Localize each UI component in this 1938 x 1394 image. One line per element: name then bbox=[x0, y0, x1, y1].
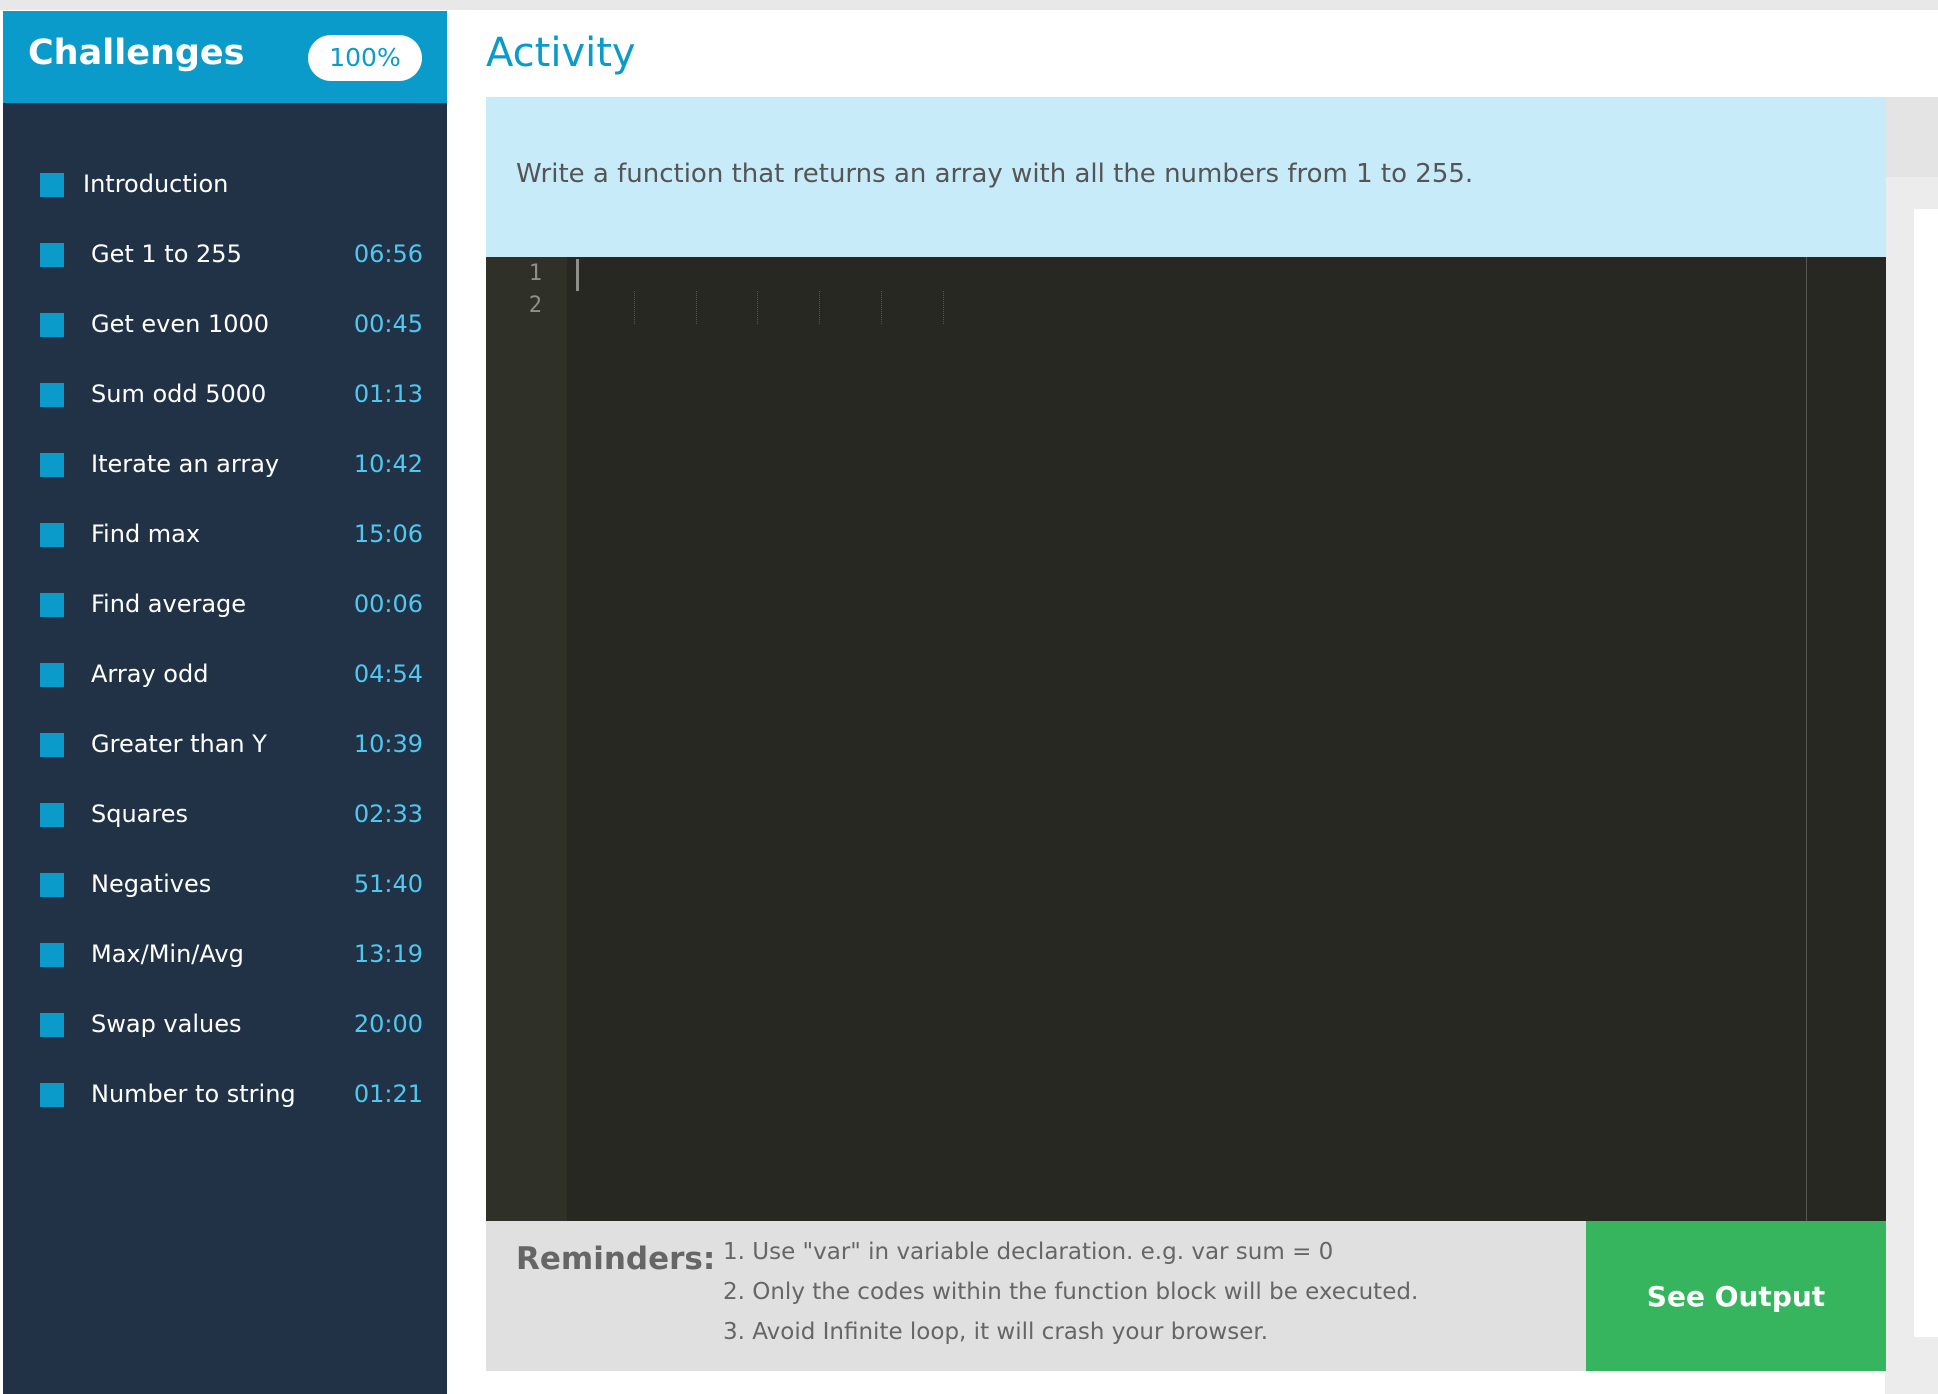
page-title: Activity bbox=[486, 30, 636, 76]
completed-check-icon bbox=[40, 523, 64, 547]
challenge-item-sum-odd-5000[interactable]: Sum odd 5000 01:13 bbox=[3, 366, 447, 436]
completed-check-icon bbox=[40, 1083, 64, 1107]
challenge-label: Get 1 to 255 bbox=[91, 240, 242, 268]
indent-guide bbox=[881, 291, 882, 324]
prompt-text: Write a function that returns an array w… bbox=[516, 159, 1474, 189]
output-panel-body bbox=[1914, 209, 1938, 1337]
completed-check-icon bbox=[40, 593, 64, 617]
challenge-label: Find max bbox=[91, 520, 201, 548]
completed-check-icon bbox=[40, 173, 64, 197]
side-panel-header bbox=[1885, 97, 1938, 177]
challenge-label: Squares bbox=[91, 800, 188, 828]
editor-gutter: 1 2 bbox=[486, 257, 567, 1221]
completed-check-icon bbox=[40, 873, 64, 897]
text-cursor bbox=[576, 259, 579, 291]
completed-check-icon bbox=[40, 803, 64, 827]
challenge-label: Greater than Y bbox=[91, 730, 267, 758]
indent-guide bbox=[757, 291, 758, 324]
challenge-time: 00:45 bbox=[353, 310, 423, 338]
print-margin bbox=[1806, 257, 1807, 1221]
completed-check-icon bbox=[40, 1013, 64, 1037]
challenge-item-get-even-1000[interactable]: Get even 1000 00:45 bbox=[3, 296, 447, 366]
indent-guide bbox=[819, 291, 820, 324]
challenge-item-introduction[interactable]: Introduction bbox=[3, 156, 447, 226]
completed-check-icon bbox=[40, 313, 64, 337]
code-editor[interactable]: 1 2 bbox=[486, 257, 1886, 1221]
challenge-label: Max/Min/Avg bbox=[91, 940, 244, 968]
completed-check-icon bbox=[40, 943, 64, 967]
line-number: 1 bbox=[528, 261, 542, 286]
challenge-time: 10:42 bbox=[353, 450, 423, 478]
completed-check-icon bbox=[40, 453, 64, 477]
challenge-time: 15:06 bbox=[353, 520, 423, 548]
challenge-time: 10:39 bbox=[353, 730, 423, 758]
see-output-button[interactable]: See Output bbox=[1586, 1221, 1886, 1371]
challenge-item-squares[interactable]: Squares 02:33 bbox=[3, 786, 447, 856]
challenge-time: 51:40 bbox=[353, 870, 423, 898]
challenge-item-find-max[interactable]: Find max 15:06 bbox=[3, 506, 447, 576]
challenge-item-swap-values[interactable]: Swap values 20:00 bbox=[3, 996, 447, 1066]
line-number: 2 bbox=[528, 293, 542, 318]
completed-check-icon bbox=[40, 383, 64, 407]
sidebar-header: Challenges 100% bbox=[3, 11, 447, 103]
challenge-label: Negatives bbox=[91, 870, 212, 898]
challenge-item-greater-than-y[interactable]: Greater than Y 10:39 bbox=[3, 716, 447, 786]
challenge-label: Array odd bbox=[91, 660, 209, 688]
challenge-time: 01:13 bbox=[353, 380, 423, 408]
challenge-item-max-min-avg[interactable]: Max/Min/Avg 13:19 bbox=[3, 926, 447, 996]
progress-badge: 100% bbox=[308, 35, 422, 81]
indent-guide bbox=[634, 291, 635, 324]
indent-guide bbox=[696, 291, 697, 324]
challenge-list: Introduction Get 1 to 255 06:56 Get even… bbox=[3, 156, 447, 1136]
sidebar-title: Challenges bbox=[28, 33, 245, 73]
challenge-label: Swap values bbox=[91, 1010, 242, 1038]
completed-check-icon bbox=[40, 663, 64, 687]
challenge-time: 04:54 bbox=[353, 660, 423, 688]
challenge-label: Get even 1000 bbox=[91, 310, 270, 338]
challenges-sidebar: Challenges 100% Introduction Get 1 to 25… bbox=[3, 11, 447, 1394]
indent-guide bbox=[943, 291, 944, 324]
challenge-label: Introduction bbox=[83, 170, 229, 198]
challenge-item-negatives[interactable]: Negatives 51:40 bbox=[3, 856, 447, 926]
completed-check-icon bbox=[40, 243, 64, 267]
challenge-item-number-to-string[interactable]: Number to string 01:21 bbox=[3, 1066, 447, 1136]
completed-check-icon bbox=[40, 733, 64, 757]
challenge-time: 20:00 bbox=[353, 1010, 423, 1038]
challenge-time: 13:19 bbox=[353, 940, 423, 968]
challenge-time: 06:56 bbox=[353, 240, 423, 268]
challenge-time: 01:21 bbox=[353, 1080, 423, 1108]
challenge-item-iterate-an-array[interactable]: Iterate an array 10:42 bbox=[3, 436, 447, 506]
reminders-panel: Reminders: 1. Use "var" in variable decl… bbox=[486, 1221, 1586, 1371]
reminder-item: 1. Use "var" in variable declaration. e.… bbox=[723, 1239, 1334, 1265]
challenge-label: Number to string bbox=[91, 1080, 296, 1108]
challenge-item-get-1-to-255[interactable]: Get 1 to 255 06:56 bbox=[3, 226, 447, 296]
challenge-item-array-odd[interactable]: Array odd 04:54 bbox=[3, 646, 447, 716]
challenge-prompt: Write a function that returns an array w… bbox=[486, 97, 1886, 257]
reminder-item: 2. Only the codes within the function bl… bbox=[723, 1279, 1419, 1305]
challenge-time: 00:06 bbox=[353, 590, 423, 618]
reminder-item: 3. Avoid Infinite loop, it will crash yo… bbox=[723, 1319, 1269, 1345]
challenge-label: Sum odd 5000 bbox=[91, 380, 267, 408]
top-border bbox=[0, 0, 1938, 10]
challenge-item-find-average[interactable]: Find average 00:06 bbox=[3, 576, 447, 646]
challenge-label: Iterate an array bbox=[91, 450, 280, 478]
reminders-label: Reminders: bbox=[516, 1241, 716, 1277]
challenge-time: 02:33 bbox=[353, 800, 423, 828]
challenge-label: Find average bbox=[91, 590, 247, 618]
